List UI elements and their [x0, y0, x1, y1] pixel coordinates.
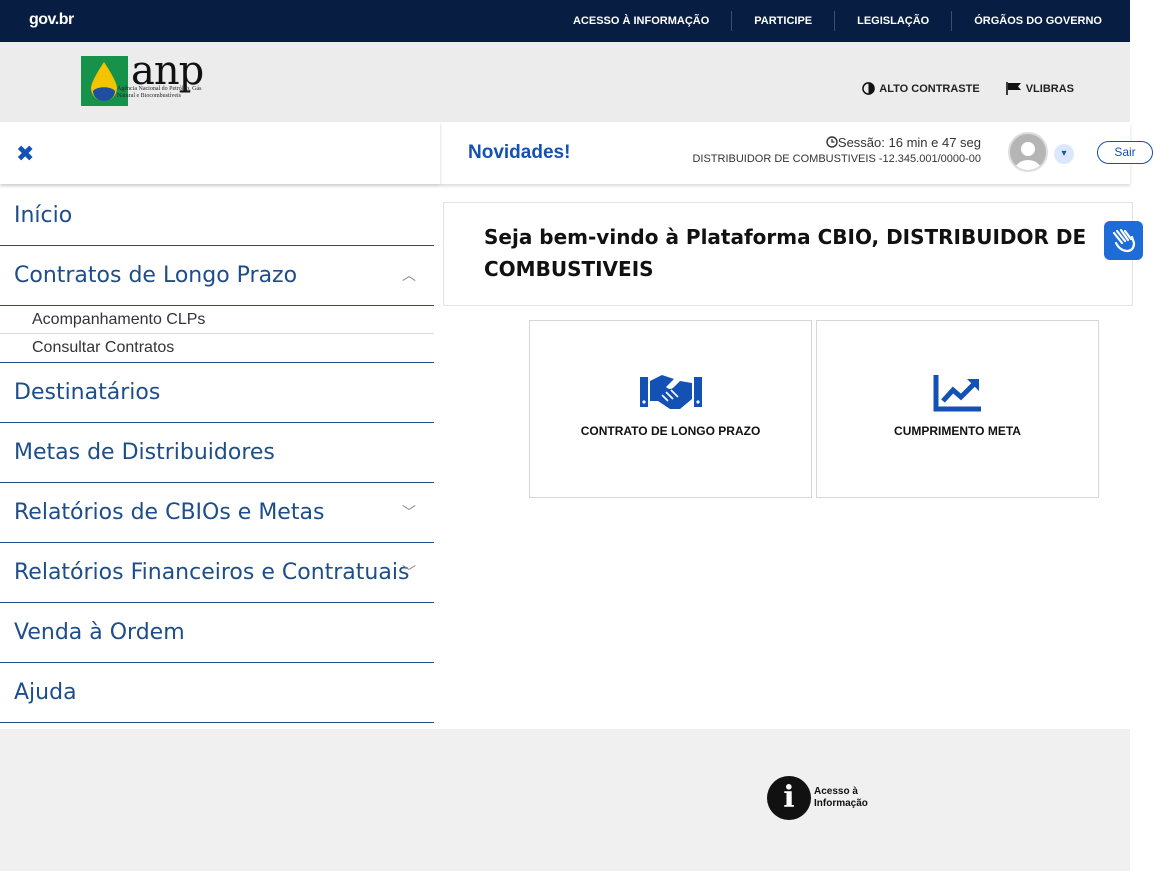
drop-icon — [91, 62, 117, 101]
sidebar-item-label: Destinatários — [14, 380, 161, 405]
chevron-down-icon: ﹀ — [402, 565, 416, 581]
logout-button[interactable]: Sair — [1097, 141, 1153, 164]
sidebar-item-label: Contratos de Longo Prazo — [14, 263, 298, 288]
sidebar-item-metas[interactable]: Metas de Distribuidores — [0, 423, 434, 483]
subitem-acompanhamento-clps[interactable]: Acompanhamento CLPs — [0, 306, 434, 334]
gov-link-legislacao[interactable]: LEGISLAÇÃO — [834, 11, 951, 31]
card-label: CONTRATO DE LONGO PRAZO — [580, 424, 761, 438]
anp-logo-subtitle: Agência Nacional do Petróleo, Gás Natura… — [117, 86, 202, 99]
contrast-icon — [862, 82, 876, 95]
anp-logo[interactable]: anp Agência Nacional do Petróleo, Gás Na… — [81, 48, 211, 108]
sidebar-item-label: Relatórios Financeiros e Contratuais — [14, 560, 410, 585]
top-bar: Novidades! Sessão: 16 min e 47 seg DISTR… — [440, 122, 1130, 184]
sidebar-close-bar: ✖ — [0, 122, 440, 184]
footer: i Acesso à Informação — [0, 729, 1130, 871]
sign-language-icon — [1112, 228, 1136, 253]
welcome-panel: Seja bem-vindo à Plataforma CBIO, DISTRI… — [443, 202, 1133, 306]
gov-link-participe[interactable]: PARTICIPE — [731, 11, 834, 31]
sidebar-item-venda-ordem[interactable]: Venda à Ordem — [0, 603, 434, 663]
sidebar-item-label: Metas de Distribuidores — [14, 440, 275, 465]
gov-link-orgaos[interactable]: ÓRGÃOS DO GOVERNO — [951, 11, 1102, 31]
vlibras-header-button[interactable]: VLIBRAS — [1005, 82, 1074, 95]
sidebar-item-ajuda[interactable]: Ajuda — [0, 663, 434, 723]
session-text: Sessão: 16 min e 47 seg — [837, 135, 981, 150]
sidebar-item-destinatarios[interactable]: Destinatários — [0, 363, 434, 423]
session-info: Sessão: 16 min e 47 seg DISTRIBUIDOR DE … — [692, 135, 981, 165]
header-actions: ALTO CONTRASTE VLIBRAS — [862, 82, 1074, 95]
chevron-down-icon: ﹀ — [402, 505, 416, 521]
card-label: CUMPRIMENTO META — [894, 424, 1021, 438]
novidades-link[interactable]: Novidades! — [468, 142, 570, 164]
distributor-name: DISTRIBUIDOR DE COMBUSTIVEIS -12.345.001… — [692, 153, 981, 165]
contratos-submenu: Acompanhamento CLPs Consultar Contratos — [0, 306, 434, 363]
close-icon[interactable]: ✖ — [16, 142, 34, 167]
site-header: anp Agência Nacional do Petróleo, Gás Na… — [0, 42, 1130, 122]
card-contrato-longo-prazo[interactable]: CONTRATO DE LONGO PRAZO — [529, 320, 812, 498]
sidebar-item-relatorios-financeiros[interactable]: Relatórios Financeiros e Contratuais ﹀ — [0, 543, 434, 603]
info-icon: i — [767, 776, 811, 820]
card-cumprimento-meta[interactable]: CUMPRIMENTO META — [816, 320, 1099, 498]
high-contrast-label: ALTO CONTRASTE — [879, 82, 980, 95]
sidebar-item-contratos[interactable]: Contratos de Longo Prazo ︿ — [0, 246, 434, 306]
welcome-title: Seja bem-vindo à Plataforma CBIO, DISTRI… — [484, 225, 1087, 281]
sidebar: Início Contratos de Longo Prazo ︿ Acompa… — [0, 186, 434, 723]
sidebar-item-inicio[interactable]: Início — [0, 186, 434, 246]
sidebar-item-label: Venda à Ordem — [14, 620, 185, 645]
sidebar-item-label: Início — [14, 203, 73, 228]
flag-icon — [1005, 82, 1021, 95]
vlibras-widget-button[interactable] — [1104, 221, 1143, 260]
high-contrast-button[interactable]: ALTO CONTRASTE — [862, 82, 980, 95]
clock-icon — [826, 136, 838, 148]
vlibras-label: VLIBRAS — [1025, 82, 1074, 95]
acesso-informacao-link[interactable]: i Acesso à Informação — [767, 776, 884, 820]
sidebar-item-label: Relatórios de CBIOs e Metas — [14, 500, 325, 525]
user-icon — [1014, 142, 1042, 170]
gov-nav: ACESSO À INFORMAÇÃO PARTICIPE LEGISLAÇÃO… — [551, 0, 1102, 42]
sidebar-item-label: Ajuda — [14, 680, 77, 705]
session-timer: Sessão: 16 min e 47 seg — [692, 135, 981, 150]
chevron-up-icon: ︿ — [402, 268, 416, 284]
subitem-consultar-contratos[interactable]: Consultar Contratos — [0, 334, 434, 362]
sidebar-item-relatorios-cbios[interactable]: Relatórios de CBIOs e Metas ﹀ — [0, 483, 434, 543]
gov-bar: gov.br ACESSO À INFORMAÇÃO PARTICIPE LEG… — [0, 0, 1130, 42]
avatar[interactable] — [1008, 132, 1048, 172]
govbr-logo[interactable]: gov.br — [29, 11, 74, 29]
chevron-down-icon[interactable]: ▾ — [1054, 144, 1074, 164]
chart-line-icon — [933, 375, 981, 412]
handshake-icon — [639, 375, 702, 409]
acesso-label: Acesso à Informação — [814, 786, 868, 809]
gov-link-acesso[interactable]: ACESSO À INFORMAÇÃO — [551, 11, 731, 31]
